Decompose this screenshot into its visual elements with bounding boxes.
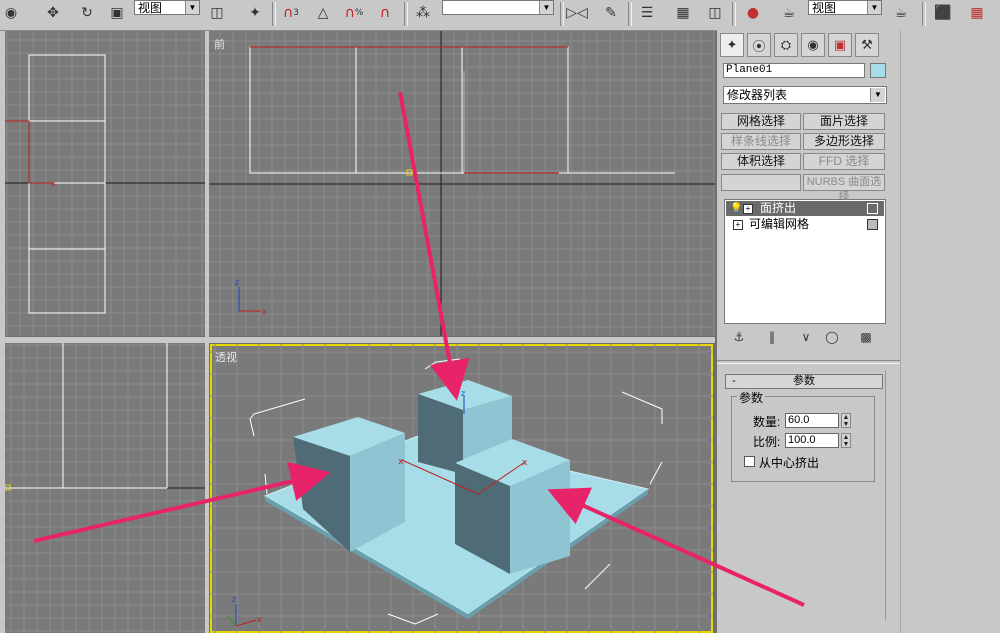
annotation-arrow — [398, 91, 470, 401]
annotation-arrow — [547, 487, 805, 607]
annotation-arrow — [33, 461, 331, 543]
annotation-overlay — [33, 91, 805, 607]
